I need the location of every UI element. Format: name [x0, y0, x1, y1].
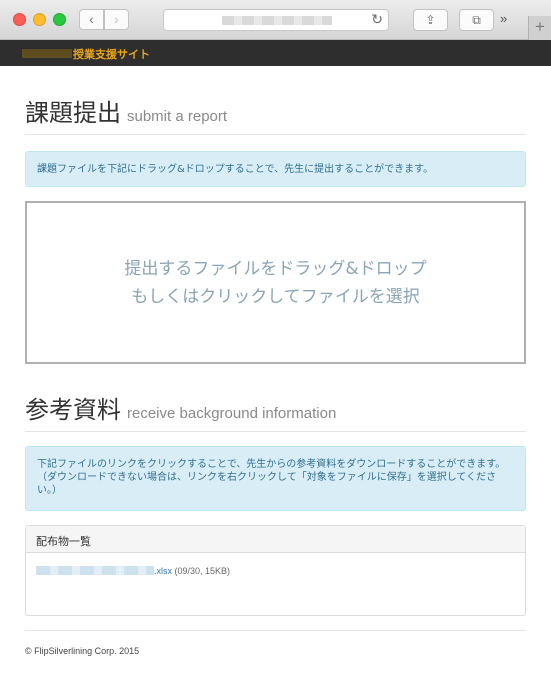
back-button[interactable]: ‹: [79, 9, 104, 30]
url-text-redacted: [222, 16, 332, 25]
footer-copyright: © FlipSilverlining Corp. 2015: [25, 646, 140, 656]
zoom-window-button[interactable]: [53, 13, 66, 26]
browser-toolbar: ‹ › ↻ ⇪ ⧉ » +: [0, 0, 551, 40]
dropzone-line-1: 提出するファイルをドラッグ&ドロップ: [124, 258, 427, 279]
submit-heading: 課題提出: [25, 99, 121, 127]
file-name-redacted: [36, 566, 154, 575]
dropzone-line-2: もしくはクリックしてファイルを選択: [131, 286, 420, 307]
distribution-panel: 配布物一覧 .xlsx (09/30, 15KB): [25, 525, 526, 616]
share-icon[interactable]: ⇪: [413, 9, 448, 31]
site-title[interactable]: 授業支援サイト: [73, 46, 150, 62]
file-list-item: .xlsx (09/30, 15KB): [36, 566, 230, 576]
address-bar[interactable]: ↻: [163, 9, 389, 31]
file-extension: .xlsx: [154, 566, 172, 576]
close-window-button[interactable]: [13, 13, 26, 26]
submit-info-text: 課題ファイルを下記にドラッグ&ドロップすることで、先生に提出することができます。: [37, 164, 434, 175]
reference-info-alert: 下記ファイルのリンクをクリックすることで、先生からの参考資料をダウンロードするこ…: [25, 446, 526, 511]
file-dropzone[interactable]: 提出するファイルをドラッグ&ドロップ もしくはクリックしてファイルを選択: [25, 201, 526, 364]
submit-info-alert: 課題ファイルを下記にドラッグ&ドロップすることで、先生に提出することができます。: [25, 151, 526, 187]
site-logo-redacted: [22, 49, 72, 58]
reference-info-line-1: 下記ファイルのリンクをクリックすることで、先生からの参考資料をダウンロードするこ…: [37, 459, 506, 470]
reference-section-header: 参考資料 receive background information: [25, 390, 526, 432]
reference-info-line-2: （ダウンロードできない場合は、リンクを右クリックして「対象をファイルに保存」を選…: [37, 472, 497, 483]
panel-title: 配布物一覧: [26, 526, 525, 553]
reference-info-line-3: い。）: [37, 485, 62, 496]
submit-subheading: submit a report: [127, 108, 228, 125]
reload-icon[interactable]: ↻: [371, 11, 383, 28]
reference-heading: 参考資料: [25, 396, 121, 424]
file-download-link[interactable]: .xlsx: [36, 566, 172, 576]
forward-button[interactable]: ›: [104, 9, 129, 30]
submit-section-header: 課題提出 submit a report: [25, 93, 526, 135]
reference-subheading: receive background information: [127, 405, 337, 422]
show-tabs-icon[interactable]: ⧉: [459, 9, 494, 31]
more-chevron-icon[interactable]: »: [500, 11, 507, 26]
minimize-window-button[interactable]: [33, 13, 46, 26]
file-meta: (09/30, 15KB): [174, 566, 231, 576]
footer-divider: [25, 630, 526, 631]
new-tab-button[interactable]: +: [528, 16, 551, 40]
site-navbar: 授業支援サイト: [0, 40, 551, 66]
